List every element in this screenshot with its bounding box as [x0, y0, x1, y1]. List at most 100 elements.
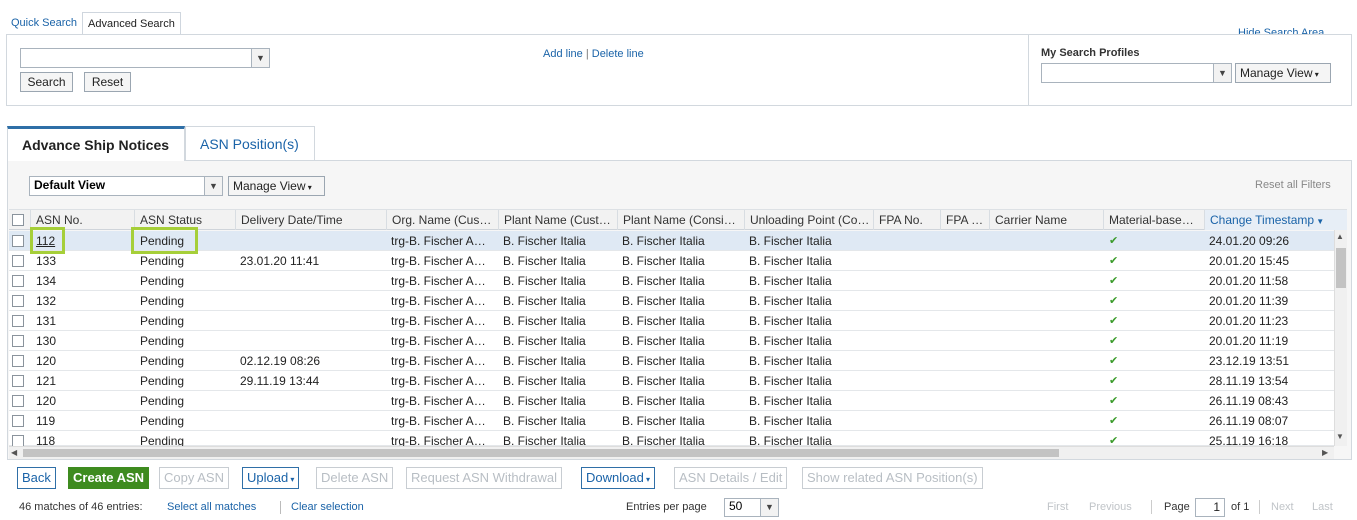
col-change-timestamp[interactable]: Change Timestamp ▼	[1204, 210, 1347, 230]
caret-down-icon: ▾	[288, 475, 295, 484]
tab-advanced-search[interactable]: Advanced Search	[82, 12, 181, 34]
copy-asn-button: Copy ASN	[159, 467, 229, 489]
row-checkbox[interactable]	[12, 255, 24, 267]
reset-button[interactable]: Reset	[84, 72, 131, 92]
cell-asn-no[interactable]: 130	[36, 331, 131, 351]
check-icon: ✔	[1109, 375, 1119, 387]
cell-delivery-date: 29.11.19 13:44	[240, 374, 320, 388]
table-row[interactable]: 131 Pending trg-B. Fischer A… B. Fischer It…	[9, 311, 1334, 331]
table-row[interactable]: 134 Pending trg-B. Fischer A… B. Fischer It…	[9, 271, 1334, 291]
horizontal-scroll-thumb[interactable]	[23, 449, 1059, 457]
row-checkbox[interactable]	[12, 355, 24, 367]
download-button[interactable]: Download ▾	[581, 467, 656, 489]
entries-per-page-value: 50	[729, 499, 743, 513]
cell-delivery-date	[240, 291, 380, 311]
delete-line-link[interactable]: Delete line	[592, 48, 644, 60]
vertical-scroll-thumb[interactable]	[1336, 248, 1346, 288]
col-plant-name-cust[interactable]: Plant Name (Cust…	[498, 210, 617, 230]
scroll-right-icon[interactable]: ▶	[1322, 448, 1328, 457]
check-icon: ✔	[1109, 315, 1119, 327]
row-checkbox[interactable]	[12, 415, 24, 427]
request-withdrawal-button: Request ASN Withdrawal	[406, 467, 562, 489]
search-button[interactable]: Search	[20, 72, 73, 92]
cell-plant-name-consi: B. Fischer Italia	[622, 334, 705, 348]
divider	[280, 501, 281, 514]
first-page-link: First	[1047, 501, 1069, 513]
cell-org-name: trg-B. Fischer A…	[391, 274, 486, 288]
row-checkbox[interactable]	[12, 295, 24, 307]
create-asn-button[interactable]: Create ASN	[68, 467, 150, 489]
vertical-scrollbar[interactable]: ▲ ▼	[1334, 230, 1347, 446]
cell-asn-no[interactable]: 134	[36, 271, 131, 291]
tab-advance-ship-notices[interactable]: Advance Ship Notices	[7, 126, 185, 161]
back-button[interactable]: Back	[17, 467, 56, 489]
view-select[interactable]: Default View ▼	[29, 176, 223, 196]
scroll-left-icon[interactable]: ◀	[11, 448, 17, 457]
sort-desc-icon: ▼	[1314, 217, 1325, 226]
cell-asn-no[interactable]: 120	[36, 391, 131, 411]
table-row[interactable]: 120 Pending trg-B. Fischer A… B. Fischer It…	[9, 391, 1334, 411]
check-icon: ✔	[1109, 295, 1119, 307]
row-checkbox[interactable]	[12, 335, 24, 347]
scroll-up-icon[interactable]: ▲	[1336, 232, 1344, 241]
tab-quick-search[interactable]: Quick Search	[6, 12, 82, 34]
cell-asn-no[interactable]: 121	[36, 371, 131, 391]
col-org-name[interactable]: Org. Name (Cus…	[386, 210, 498, 230]
next-page-link: Next	[1271, 501, 1294, 513]
entries-per-page-select[interactable]: 50 ▼	[724, 498, 779, 517]
row-checkbox[interactable]	[12, 275, 24, 287]
divider	[1151, 500, 1152, 514]
cell-asn-no[interactable]: 132	[36, 291, 131, 311]
check-icon: ✔	[1109, 415, 1119, 427]
cell-asn-no[interactable]: 119	[36, 411, 131, 431]
cell-unloading-point: B. Fischer Italia	[749, 394, 832, 408]
cell-asn-no[interactable]: 133	[36, 251, 131, 271]
cell-asn-status: Pending	[140, 254, 185, 268]
cell-plant-name-cust: B. Fischer Italia	[503, 314, 586, 328]
row-checkbox[interactable]	[12, 315, 24, 327]
search-field-select[interactable]: ▼	[20, 48, 270, 68]
cell-asn-no[interactable]: 131	[36, 311, 131, 331]
row-checkbox[interactable]	[12, 235, 24, 247]
col-plant-name-consi[interactable]: Plant Name (Consi…	[617, 210, 744, 230]
table-row[interactable]: 132 Pending trg-B. Fischer A… B. Fischer It…	[9, 291, 1334, 311]
reset-filters-link[interactable]: Reset all Filters	[1255, 179, 1331, 191]
clear-selection-link[interactable]: Clear selection	[291, 501, 364, 513]
col-carrier-name[interactable]: Carrier Name	[989, 210, 1103, 230]
scroll-down-icon[interactable]: ▼	[1336, 432, 1344, 441]
row-checkbox[interactable]	[12, 375, 24, 387]
show-related-positions-button: Show related ASN Position(s)	[802, 467, 983, 489]
cell-change-timestamp: 26.11.19 08:43	[1209, 394, 1289, 408]
select-all-checkbox[interactable]	[12, 214, 24, 226]
horizontal-scrollbar[interactable]: ◀ ▶	[9, 446, 1334, 459]
profiles-manage-view-button[interactable]: Manage View ▾	[1235, 63, 1331, 83]
table-row[interactable]: 133 Pending 23.01.20 11:41 trg-B. Fischer A…	[9, 251, 1334, 271]
col-material-based[interactable]: Material-base…	[1103, 210, 1204, 230]
upload-button[interactable]: Upload ▾	[242, 467, 300, 489]
col-unloading-point[interactable]: Unloading Point (Co…	[744, 210, 873, 230]
tab-asn-positions[interactable]: ASN Position(s)	[185, 126, 315, 161]
cell-plant-name-consi: B. Fischer Italia	[622, 274, 705, 288]
cell-unloading-point: B. Fischer Italia	[749, 314, 832, 328]
table-row[interactable]: 130 Pending trg-B. Fischer A… B. Fischer It…	[9, 331, 1334, 351]
cell-unloading-point: B. Fischer Italia	[749, 374, 832, 388]
check-icon: ✔	[1109, 275, 1119, 287]
select-all-matches-link[interactable]: Select all matches	[167, 501, 256, 513]
col-delivery-date[interactable]: Delivery Date/Time	[235, 210, 386, 230]
table-row[interactable]: 120 Pending 02.12.19 08:26 trg-B. Fischer A…	[9, 351, 1334, 371]
cell-asn-no[interactable]: 120	[36, 351, 131, 371]
add-line-link[interactable]: Add line	[543, 48, 583, 60]
table-row[interactable]: 112 Pending trg-B. Fischer A… B. Fischer It…	[9, 231, 1334, 251]
cell-plant-name-cust: B. Fischer Italia	[503, 334, 586, 348]
caret-down-icon: ▾	[1312, 70, 1319, 79]
manage-view-button[interactable]: Manage View ▾	[228, 176, 325, 196]
col-fpa[interactable]: FPA …	[940, 210, 989, 230]
table-row[interactable]: 118 Pending trg-B. Fischer A… B. Fischer It…	[9, 431, 1334, 448]
table-row[interactable]: 121 Pending 29.11.19 13:44 trg-B. Fischer A…	[9, 371, 1334, 391]
cell-plant-name-consi: B. Fischer Italia	[622, 314, 705, 328]
col-fpa-no[interactable]: FPA No.	[873, 210, 940, 230]
row-checkbox[interactable]	[12, 395, 24, 407]
page-number-input[interactable]: 1	[1195, 498, 1225, 517]
table-row[interactable]: 119 Pending trg-B. Fischer A… B. Fischer It…	[9, 411, 1334, 431]
search-profiles-select[interactable]: ▼	[1041, 63, 1232, 83]
